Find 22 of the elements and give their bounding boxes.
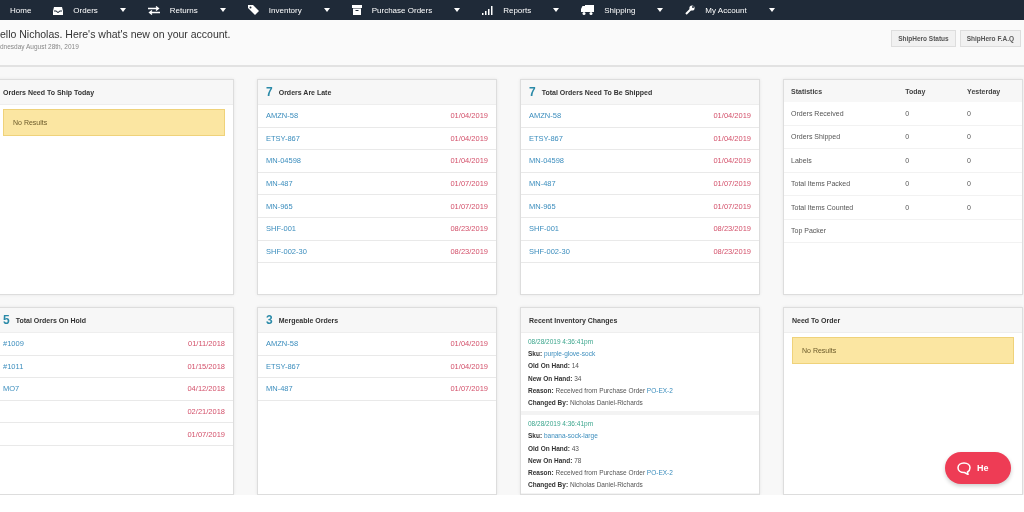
truck-icon [581,5,595,15]
tag-icon [247,5,259,15]
nav-menu-item[interactable]: My Account [685,5,775,15]
greeting-text: ello Nicholas. Here's what's new on your account. [0,28,231,40]
signal-bars-icon [482,5,494,15]
nav-menu-item[interactable]: Returns [147,5,226,15]
nav-menu-item[interactable]: Orders [53,5,126,15]
chat-bubble-icon [957,461,971,475]
order-count: 7 [529,85,536,99]
box-icon [351,5,362,15]
order-count: 3 [266,313,273,327]
nav-menu-item[interactable]: Shipping [581,5,664,15]
nav-menu-item[interactable]: Home [10,5,32,15]
order-count: 7 [266,85,273,99]
nav-menu-item[interactable]: Reports [482,5,560,15]
nav-menu-item[interactable]: Purchase Orders [351,5,461,15]
wrench-icon [685,5,696,15]
swap-arrows-icon [147,5,160,15]
order-count: 5 [3,313,10,327]
inbox-icon [53,5,64,15]
nav-menu-item[interactable]: Inventory [247,5,330,15]
help-button[interactable]: He [945,452,1011,484]
